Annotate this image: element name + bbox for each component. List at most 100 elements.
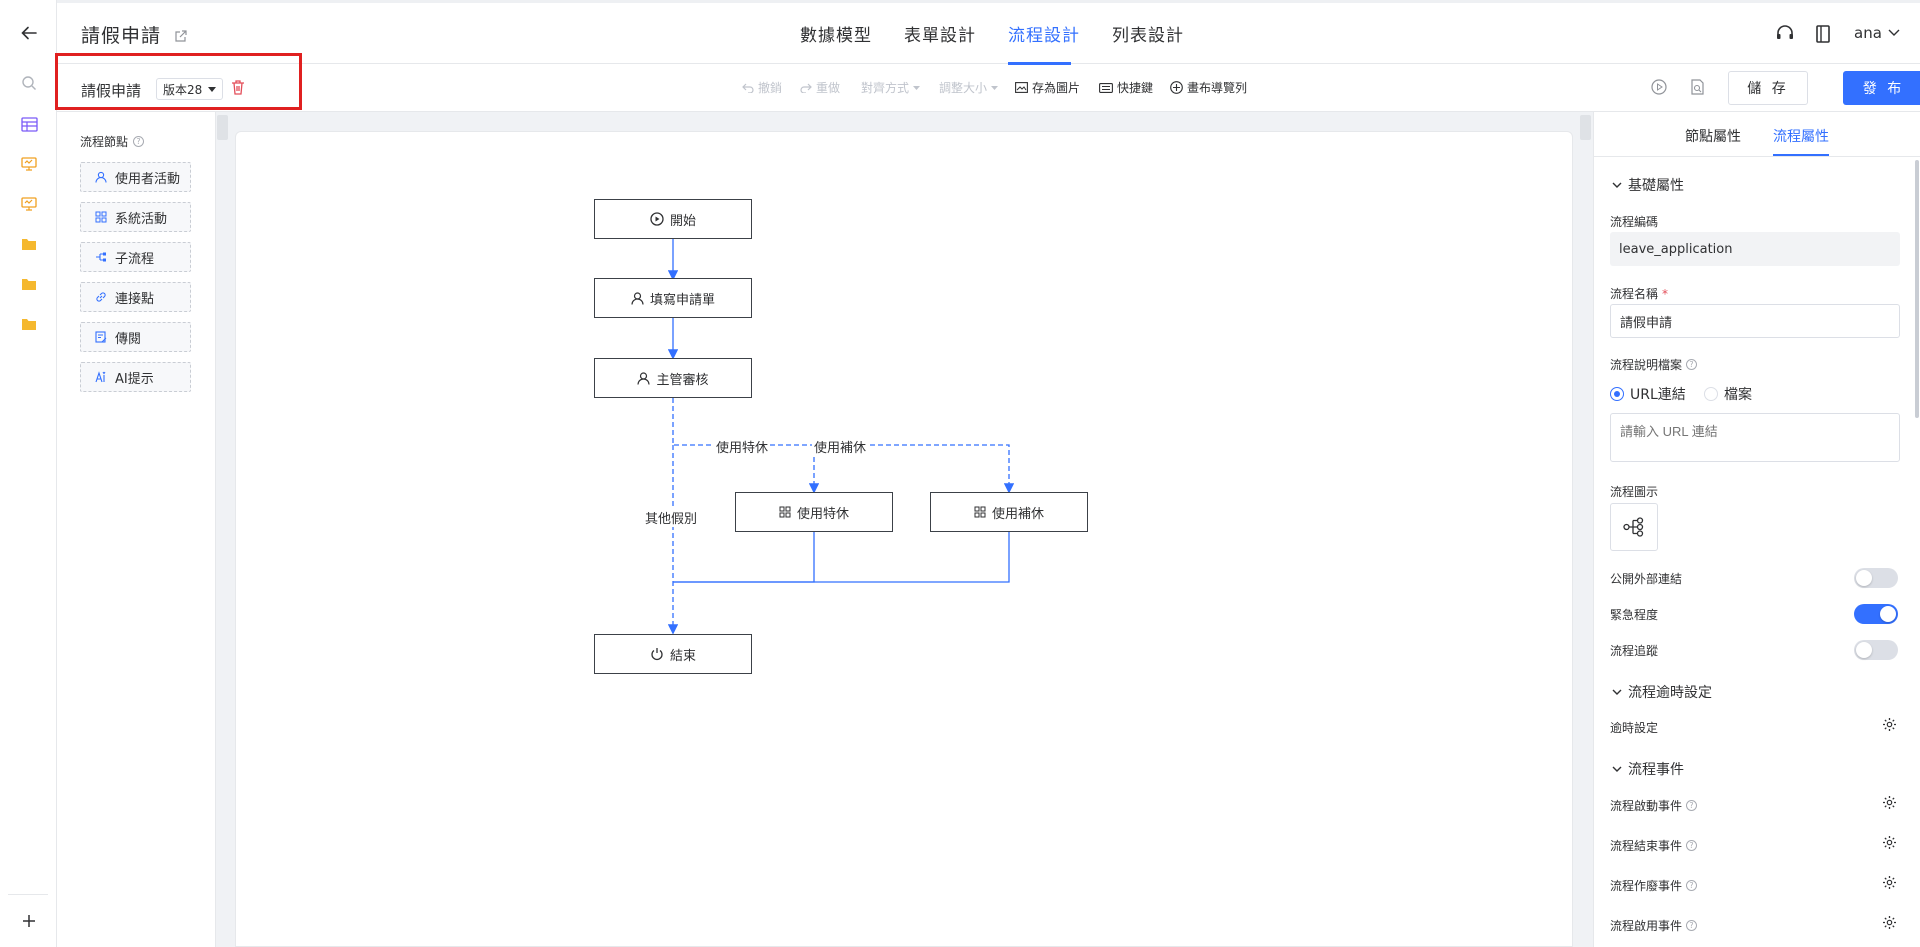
shortcuts-button[interactable]: 快捷鍵 [1099,79,1153,96]
flow-node-start[interactable]: 開始 [594,199,752,239]
align-label: 對齊方式 [861,81,910,95]
void-event-text: 流程作廢事件 [1610,879,1683,893]
start-event-label: 流程啟動事件? [1610,797,1698,814]
required-mark: * [1662,286,1669,301]
flow-canvas[interactable]: 開始 填寫申請單 主管審核 使用特休 使用補休 結束 使用特休 使用補休 其他假… [235,131,1573,947]
shortcuts-label: 快捷鍵 [1117,81,1154,95]
gear-icon[interactable] [1882,835,1897,850]
radio-url[interactable]: URL連結 [1610,384,1686,404]
flow-node-label: 結束 [669,648,696,664]
urgency-toggle[interactable] [1854,604,1898,624]
flow-nodes-panel: 流程節點 ? 使用者活動 系統活動 子流程 連接點 傳閱 AI提示 [57,112,216,947]
grid-icon [779,506,791,518]
tab-process-properties[interactable]: 流程屬性 [1773,126,1829,146]
folder-icon[interactable] [18,313,40,335]
process-icon-picker[interactable] [1610,503,1658,551]
palette-item-system-activity[interactable]: 系統活動 [80,202,191,232]
edge-comp-end [673,532,1010,583]
gear-icon[interactable] [1882,915,1897,930]
palette-item-ai-prompt[interactable]: AI提示 [80,362,191,392]
edge-special-end [673,532,815,583]
folder-icon[interactable] [18,273,40,295]
section-timeout[interactable]: 流程逾時設定 [1612,682,1712,702]
help-icon[interactable]: ? [1686,840,1698,851]
tracking-label: 流程追蹤 [1610,644,1659,658]
preview-doc-icon[interactable] [1690,79,1705,95]
grid-icon [974,506,986,518]
url-input[interactable] [1610,413,1900,462]
tab-flow-design[interactable]: 流程設計 [1008,21,1080,46]
palette-item-user-activity[interactable]: 使用者活動 [80,162,191,192]
process-name-field[interactable]: 請假申請 [1610,304,1900,338]
play-icon[interactable] [1651,79,1667,95]
tracking-toggle[interactable] [1854,640,1898,660]
back-arrow-icon[interactable] [18,22,40,44]
presentation-icon[interactable] [18,193,40,215]
urgency-label: 緊急程度 [1610,608,1659,622]
search-icon[interactable] [18,72,40,94]
palette-item-label: 系統活動 [115,211,168,227]
flow-tree-icon [1623,517,1645,537]
undo-button[interactable]: 撤銷 [742,79,782,96]
gear-icon[interactable] [1882,875,1897,890]
process-code-field[interactable]: leave_application [1610,232,1900,266]
help-icon[interactable]: ? [1686,920,1698,931]
redo-icon [800,83,812,93]
flow-node-use-special-leave[interactable]: 使用特休 [735,492,893,532]
tab-list-design[interactable]: 列表設計 [1112,21,1184,46]
tab-data-model[interactable]: 數據模型 [800,21,872,46]
save-image-button[interactable]: 存為圖片 [1015,79,1080,96]
help-icon[interactable]: ? [1686,800,1698,811]
flow-edges [667,239,1015,635]
gear-icon[interactable] [1882,717,1897,732]
user-icon [637,371,651,385]
align-dropdown[interactable]: 對齊方式 [861,79,921,96]
redo-button[interactable]: 重做 [800,79,840,96]
help-icon[interactable]: ? [1686,880,1698,891]
gear-icon[interactable] [1882,795,1897,810]
plus-icon[interactable] [18,910,40,932]
palette-item-connector[interactable]: 連接點 [80,282,191,312]
presentation-icon[interactable] [18,153,40,175]
publish-button[interactable]: 發 布 [1843,71,1920,105]
caret-down-icon [913,85,921,90]
flow-node-label: 使用特休 [796,506,849,522]
book-icon[interactable] [1815,24,1831,44]
edge-label-other[interactable]: 其他假別 [643,508,700,527]
public-link-toggle[interactable] [1854,568,1898,588]
user-menu[interactable]: ana [1854,24,1900,42]
edge-label-comp[interactable]: 使用補休 [812,437,869,456]
help-icon[interactable]: ? [1686,359,1698,370]
palette-item-subprocess[interactable]: 子流程 [80,242,191,272]
section-basic-properties[interactable]: 基礎屬性 [1612,175,1684,195]
flow-node-fill-form[interactable]: 填寫申請單 [594,278,752,318]
canvas-nav-button[interactable]: 畫布導覽列 [1170,79,1247,96]
palette-item-label: 子流程 [115,251,155,267]
collapse-left-handle[interactable] [217,115,228,140]
headset-icon[interactable] [1775,24,1795,44]
redo-label: 重做 [816,81,841,95]
tab-form-design[interactable]: 表單設計 [904,21,976,46]
image-icon [1015,82,1028,93]
nodes-panel-title-text: 流程節點 [80,135,129,149]
section-events[interactable]: 流程事件 [1612,759,1684,779]
name-label: 流程名稱 * [1610,285,1668,302]
external-link-icon[interactable] [174,30,187,43]
flow-node-use-comp-leave[interactable]: 使用補休 [930,492,1088,532]
palette-item-circulate[interactable]: 傳閱 [80,322,191,352]
scrollbar[interactable] [1915,160,1919,418]
ai-icon [95,371,107,383]
edge-label-special[interactable]: 使用特休 [714,437,771,456]
collapse-right-handle[interactable] [1580,115,1591,140]
flow-node-manager-review[interactable]: 主管審核 [594,358,752,398]
save-image-label: 存為圖片 [1032,81,1081,95]
tab-node-properties[interactable]: 節點屬性 [1685,126,1741,146]
flow-node-end[interactable]: 結束 [594,634,752,674]
save-button[interactable]: 儲 存 [1728,71,1808,105]
table-icon[interactable] [18,113,40,135]
folder-icon[interactable] [18,233,40,255]
help-icon[interactable]: ? [133,136,145,147]
resize-dropdown[interactable]: 調整大小 [939,79,999,96]
radio-file[interactable]: 檔案 [1704,384,1752,404]
flow-node-label: 開始 [669,213,696,229]
